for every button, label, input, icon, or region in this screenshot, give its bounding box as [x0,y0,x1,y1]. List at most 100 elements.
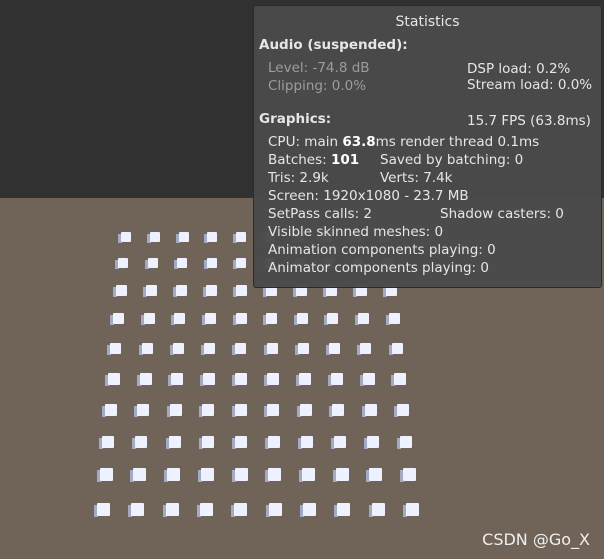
cube [113,285,127,297]
cube [118,232,131,243]
cube [137,373,152,386]
cube [115,258,128,269]
cube [266,503,282,517]
cube [360,373,375,386]
cube [199,404,214,417]
cube [326,343,340,355]
cube [130,468,146,482]
cube [203,285,217,297]
cube [400,468,416,482]
cube [391,373,406,386]
cube-face [102,436,114,448]
cpu-suffix: ms render thread 0.1ms [375,134,540,150]
cube-face [300,404,312,416]
cube [386,313,400,325]
cube-face [137,404,149,416]
cube-face [266,313,277,324]
cube [204,232,217,243]
audio-header: Audio (suspended): [259,37,408,53]
cube [143,285,157,297]
cube-face [234,503,247,516]
cube-face [297,313,308,324]
cube-face [121,232,131,242]
cube [366,468,382,482]
fps-readout: 15.7 FPS (63.8ms) [467,113,591,129]
cube [132,436,147,449]
cube [134,404,149,417]
cube [201,343,215,355]
cube-face [235,343,246,354]
cube-face [113,313,124,324]
cube-face [267,404,279,416]
cube-face [131,503,144,516]
cube [265,468,281,482]
cube-face [201,468,214,481]
cube-face [140,373,152,385]
audio-clipping: Clipping: 0.0% [268,78,367,94]
cpu-main-value: 63.8 [342,134,376,150]
cube [164,468,180,482]
cube-face [144,313,155,324]
cube [232,436,247,449]
watermark: CSDN @Go_X [482,530,590,549]
cube-face [334,436,346,448]
cube-face [108,373,120,385]
cube-face [365,404,377,416]
cube [145,258,158,269]
cube-face [146,285,157,296]
cube [294,313,308,325]
cube [331,436,346,449]
cube [110,313,124,325]
cube [324,313,338,325]
animator-components: Animator components playing: 0 [268,260,489,276]
cube [231,503,247,517]
dsp-load: DSP load: 0.2% [467,61,571,77]
cube-face [179,232,189,242]
cube [176,232,189,243]
cube-face [299,373,311,385]
cube [334,503,350,517]
cube [233,232,246,243]
stream-load: Stream load: 0.0% [467,77,593,93]
cube [99,436,114,449]
cube-face [174,313,185,324]
cube [265,436,280,449]
cube [329,404,344,417]
cube-face [268,436,280,448]
cube-face [302,468,315,481]
cube [105,373,120,386]
cube [299,468,315,482]
cube-face [236,313,247,324]
cube-face [167,468,180,481]
cube [170,343,184,355]
cube-face [406,503,419,516]
cube [394,404,409,417]
cube-face [369,468,382,481]
cube-face [400,436,412,448]
cube [369,503,385,517]
cube [102,404,117,417]
cube-face [332,404,344,416]
cube-face [392,343,403,354]
cube-face [173,343,184,354]
cube [168,373,183,386]
cube-face [133,468,146,481]
batches-value: 101 [331,152,360,168]
cube-face [204,343,215,354]
cube [328,373,343,386]
audio-level: Level: -74.8 dB [268,60,370,76]
cube-face [269,503,282,516]
cube [171,313,185,325]
cube [141,313,155,325]
cube-face [200,503,213,516]
cube-face [105,404,117,416]
cube-face [360,343,371,354]
batches-line: Batches: 101 [268,152,359,168]
cube [296,373,311,386]
cube-face [298,343,309,354]
cube [263,313,277,325]
setpass-calls: SetPass calls: 2 [268,206,372,222]
cube [107,343,121,355]
cube [166,436,181,449]
cube [355,313,369,325]
